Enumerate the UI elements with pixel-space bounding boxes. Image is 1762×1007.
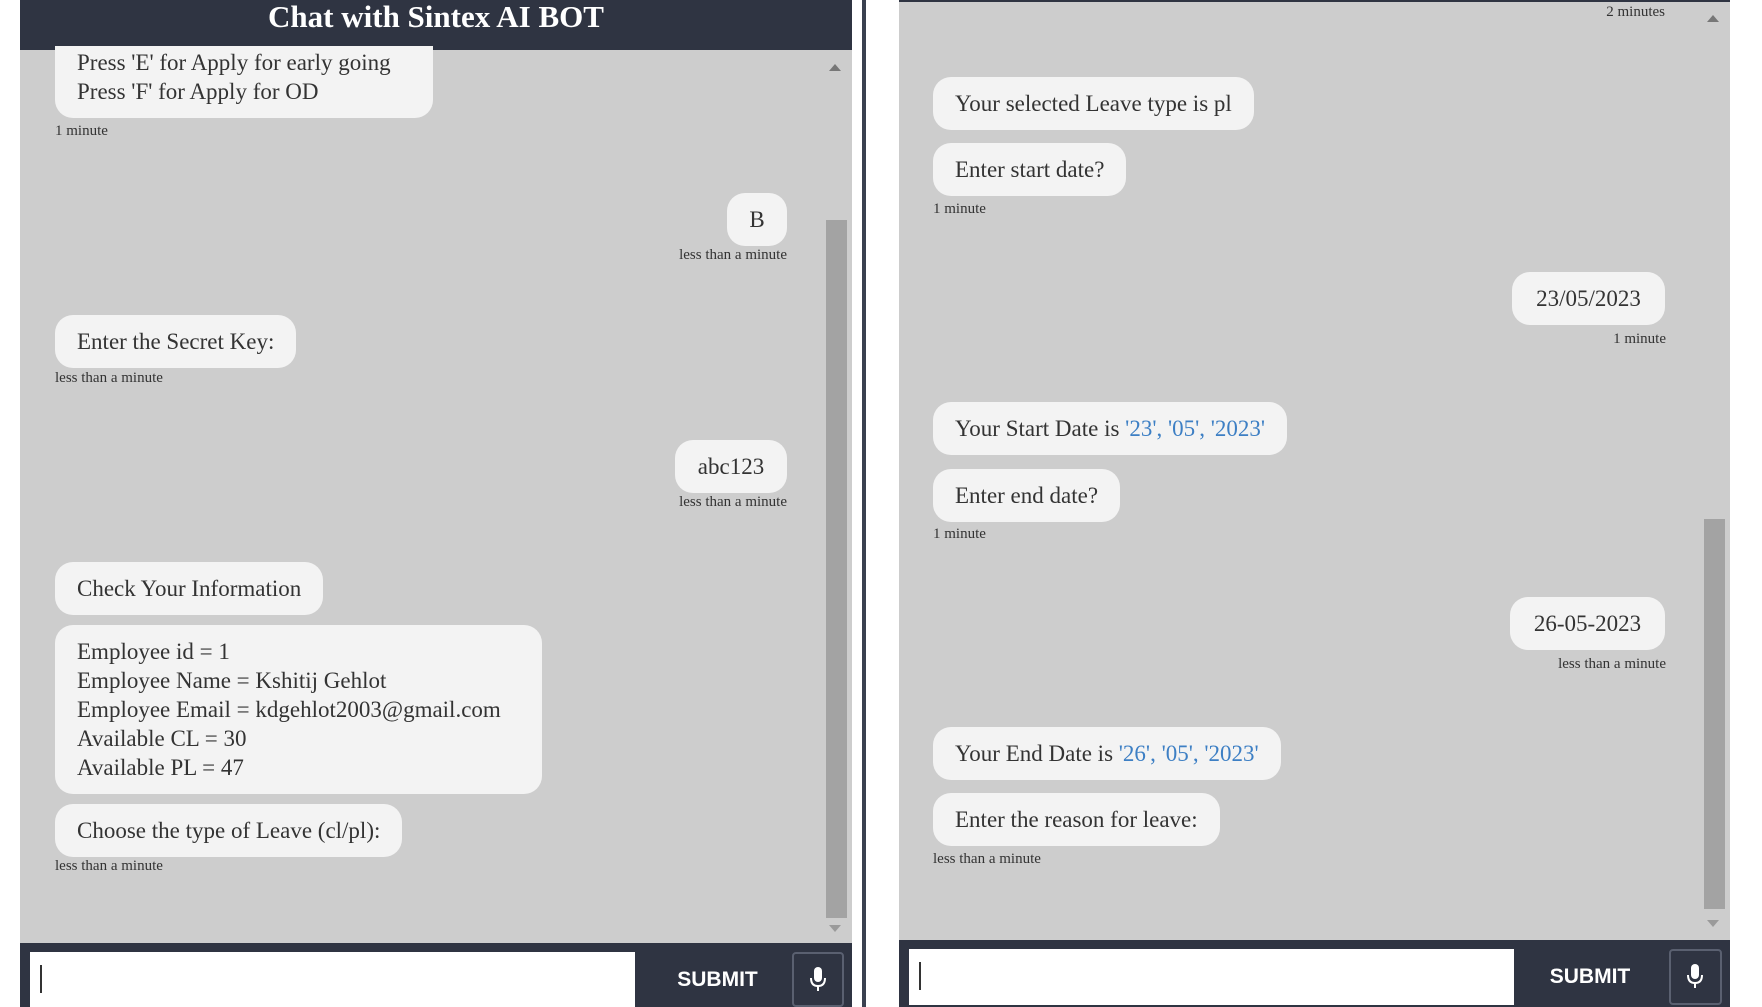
left-chat-window: Chat with Sintex AI BOT Press 'E' for Ap… — [20, 0, 852, 1007]
message-line: Employee id = 1 — [77, 639, 230, 664]
chat-scrollbar[interactable] — [1701, 2, 1726, 940]
message-line: Available CL = 30 — [77, 726, 247, 751]
message-text: Your End Date is — [955, 741, 1119, 766]
panel-divider-right — [866, 0, 899, 1007]
bot-message: Enter end date? — [933, 469, 1121, 522]
message-timestamp: less than a minute — [679, 494, 787, 510]
bot-message: Choose the type of Leave (cl/pl): — [55, 804, 403, 857]
message-line: Available PL = 47 — [77, 755, 244, 780]
bot-message: Enter the Secret Key: — [55, 315, 297, 368]
bot-message: Check Your Information — [55, 562, 324, 615]
employee-info-message: Employee id = 1 Employee Name = Kshitij … — [55, 625, 542, 794]
scroll-up-arrow-icon[interactable] — [1707, 15, 1719, 22]
message-line: Employee Name = Kshitij Gehlot — [77, 668, 387, 693]
bot-message: Enter start date? — [933, 143, 1127, 196]
user-message: B — [727, 193, 787, 246]
submit-button[interactable]: SUBMIT — [635, 952, 800, 1007]
message-timestamp: less than a minute — [933, 851, 1041, 867]
message-timestamp: less than a minute — [55, 370, 163, 386]
message-timestamp: 2 minutes — [1606, 4, 1665, 20]
start-date-value: '23', '05', '2023' — [1125, 416, 1266, 441]
microphone-icon — [1687, 964, 1703, 988]
text-caret — [40, 965, 42, 993]
bot-message: Press 'E' for Apply for early going Pres… — [55, 46, 433, 118]
microphone-button[interactable] — [1669, 949, 1722, 1005]
bot-message: Your Start Date is '23', '05', '2023' — [933, 402, 1288, 455]
message-timestamp: 1 minute — [55, 123, 108, 139]
message-line: Press 'E' for Apply for early going — [77, 50, 391, 75]
message-input[interactable] — [30, 952, 635, 1007]
text-caret — [919, 962, 921, 990]
scroll-down-arrow-icon[interactable] — [1707, 920, 1719, 927]
scroll-down-arrow-icon[interactable] — [829, 925, 841, 932]
microphone-icon — [810, 967, 826, 991]
user-message: 23/05/2023 — [1512, 272, 1665, 325]
chat-footer: SUBMIT — [20, 943, 852, 1007]
message-timestamp: less than a minute — [55, 858, 163, 874]
message-timestamp: less than a minute — [1558, 656, 1666, 672]
panel-divider-left — [852, 0, 862, 1007]
scrollbar-thumb[interactable] — [826, 220, 847, 918]
chat-header-title: Chat with Sintex AI BOT — [20, 0, 852, 50]
message-timestamp: less than a minute — [679, 247, 787, 263]
end-date-value: '26', '05', '2023' — [1118, 741, 1259, 766]
message-line: Employee Email = kdgehlot2003@gmail.com — [77, 697, 501, 722]
bot-message: Your selected Leave type is pl — [933, 77, 1254, 130]
user-message: abc123 — [675, 440, 787, 493]
message-input[interactable] — [909, 949, 1514, 1005]
right-chat-window: 2 minutes Your selected Leave type is pl… — [899, 0, 1730, 1007]
scroll-up-arrow-icon[interactable] — [829, 64, 841, 71]
bot-message: Enter the reason for leave: — [933, 793, 1220, 846]
message-line: Press 'F' for Apply for OD — [77, 79, 319, 104]
chat-scrollbar[interactable] — [823, 50, 848, 943]
submit-button[interactable]: SUBMIT — [1514, 949, 1666, 1005]
message-text: Your Start Date is — [955, 416, 1126, 441]
bot-message: Your End Date is '26', '05', '2023' — [933, 727, 1281, 780]
message-timestamp: 1 minute — [933, 201, 986, 217]
user-message: 26-05-2023 — [1510, 597, 1665, 650]
scrollbar-thumb[interactable] — [1704, 519, 1725, 909]
microphone-button[interactable] — [792, 952, 844, 1007]
message-timestamp: 1 minute — [1613, 331, 1666, 347]
chat-footer: SUBMIT — [899, 940, 1730, 1007]
message-timestamp: 1 minute — [933, 526, 986, 542]
